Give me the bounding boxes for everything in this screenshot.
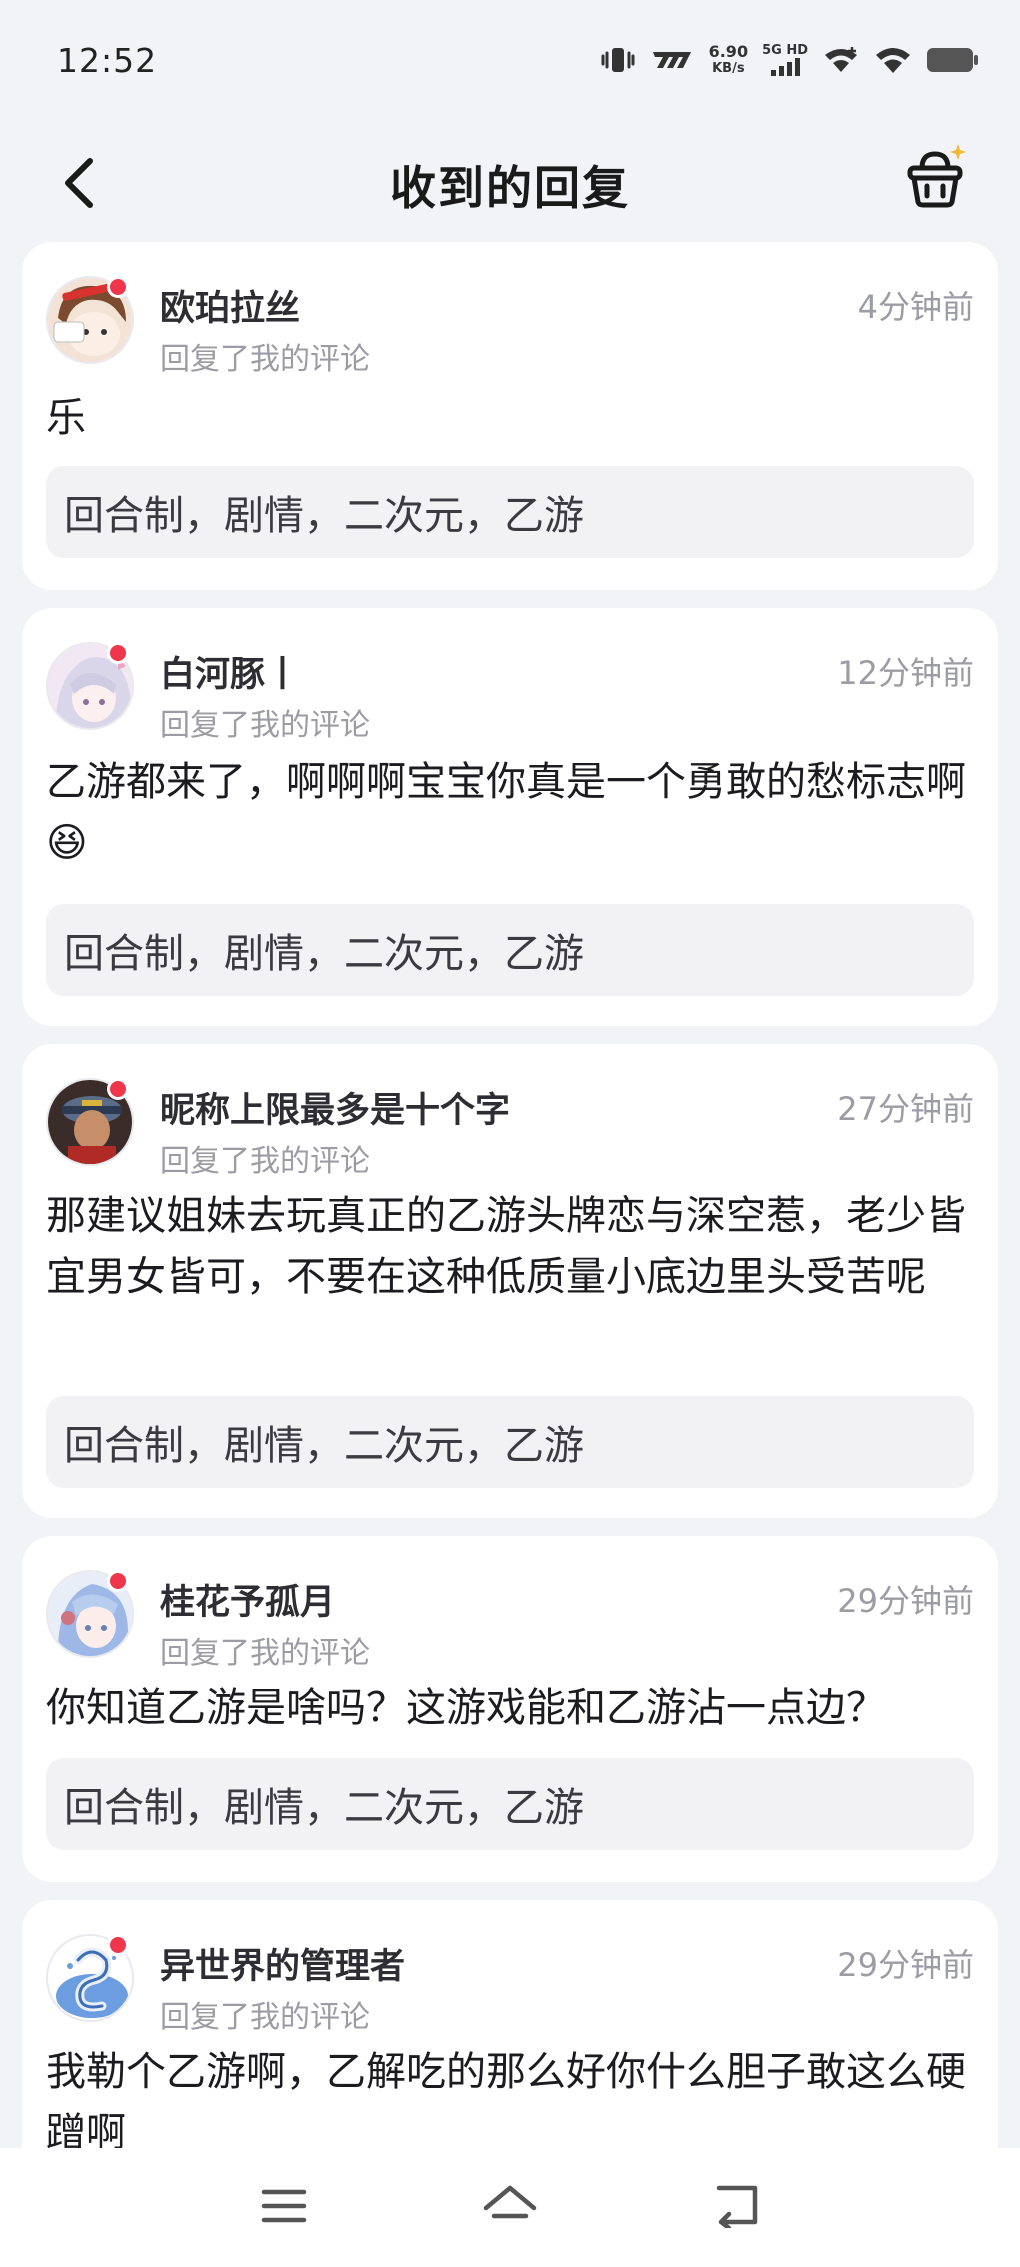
quoted-comment[interactable]: 回合制，剧情，二次元，乙游 [46,1396,974,1488]
reply-card[interactable]: 桂花予孤月 回复了我的评论 29分钟前 你知道乙游是啥吗？这游戏能和乙游沾一点边… [22,1536,998,1882]
reply-label: 回复了我的评论 [160,1636,370,1671]
reply-text[interactable]: 你知道乙游是啥吗？这游戏能和乙游沾一点边？ [46,1678,976,1739]
signal-label: 5G HD [762,43,808,58]
page-header: 收到的回复 [0,120,1020,250]
unread-dot [107,642,129,664]
quoted-comment-text: 回合制，剧情，二次元，乙游 [64,1423,584,1469]
unread-dot [107,276,129,298]
reply-card[interactable]: 异世界的管理者 回复了我的评论 29分钟前 我勒个乙游啊，乙解吃的那么好你什么胆… [22,1900,998,2148]
quoted-comment-text: 回合制，剧情，二次元，乙游 [64,1785,584,1831]
unread-dot [107,1570,129,1592]
reply-list[interactable]: 欧珀拉丝 回复了我的评论 4分钟前 乐 回合制，剧情，二次元，乙游 白河豚丨 回… [22,242,998,2148]
reply-label: 回复了我的评论 [160,1144,370,1179]
wifi-icon [876,48,910,73]
nfc-icon [652,52,691,68]
quoted-comment-text: 回合制，剧情，二次元，乙游 [64,931,584,977]
net-speed: 6.90 KB/s [709,43,748,77]
status-bar: 12:52 6.90 KB/s 5G HD [0,0,1020,120]
reply-label: 回复了我的评论 [160,708,370,743]
status-icons: 6.90 KB/s 5G HD [601,43,980,77]
user-name[interactable]: 白河豚丨 [160,646,300,697]
cell-signal: 5G HD [762,44,808,76]
user-name[interactable]: 桂花予孤月 [160,1574,335,1625]
user-name[interactable]: 欧珀拉丝 [160,280,300,331]
home-icon [483,2185,537,2219]
timestamp: 29分钟前 [837,1582,974,1620]
wifi-call-icon [825,47,857,72]
battery-icon [927,48,978,72]
timestamp: 27分钟前 [837,1090,974,1128]
timestamp: 29分钟前 [837,1946,974,1984]
unread-dot [107,1078,129,1100]
basket-button[interactable] [900,132,970,222]
back-icon [716,2185,758,2228]
page-title: 收到的回复 [390,161,630,215]
quoted-comment[interactable]: 回合制，剧情，二次元，乙游 [46,904,974,996]
chevron-left-icon [65,158,93,208]
quoted-comment[interactable]: 回合制，剧情，二次元，乙游 [46,1758,974,1850]
reply-text[interactable]: 乐 [46,388,976,449]
reply-text[interactable]: 那建议姐妹去玩真正的乙游头牌恋与深空惹，老少皆宜男女皆可，不要在这种低质量小底边… [46,1186,976,1308]
user-name[interactable]: 昵称上限最多是十个字 [160,1082,510,1133]
home-button[interactable] [480,2178,540,2234]
reply-label: 回复了我的评论 [160,2000,370,2035]
net-speed-unit: KB/s [712,61,745,76]
timestamp: 4分钟前 [857,288,974,326]
back-button[interactable] [60,138,110,228]
unread-dot [107,1934,129,1956]
quoted-comment-text: 回合制，剧情，二次元，乙游 [64,493,584,539]
reply-label: 回复了我的评论 [160,342,370,377]
reply-card[interactable]: 欧珀拉丝 回复了我的评论 4分钟前 乐 回合制，剧情，二次元，乙游 [22,242,998,590]
status-time: 12:52 [57,40,158,80]
back-nav-button[interactable] [706,2178,766,2234]
timestamp: 12分钟前 [837,654,974,692]
reply-text[interactable]: 乙游都来了，啊啊啊宝宝你真是一个勇敢的愁标志啊😆 [46,752,976,874]
system-nav-bar [0,2148,1020,2267]
reply-card[interactable]: 昵称上限最多是十个字 回复了我的评论 27分钟前 那建议姐妹去玩真正的乙游头牌恋… [22,1044,998,1518]
vibrate-icon [601,48,635,72]
basket-icon [907,144,966,208]
reply-card[interactable]: 白河豚丨 回复了我的评论 12分钟前 乙游都来了，啊啊啊宝宝你真是一个勇敢的愁标… [22,608,998,1026]
signal-icon [771,58,801,76]
user-name[interactable]: 异世界的管理者 [160,1938,405,1989]
quoted-comment[interactable]: 回合制，剧情，二次元，乙游 [46,466,974,558]
menu-icon [261,2189,307,2223]
net-speed-value: 6.90 [708,42,749,61]
reply-text[interactable]: 我勒个乙游啊，乙解吃的那么好你什么胆子敢这么硬蹭啊 [46,2042,976,2148]
menu-button[interactable] [254,2178,314,2234]
